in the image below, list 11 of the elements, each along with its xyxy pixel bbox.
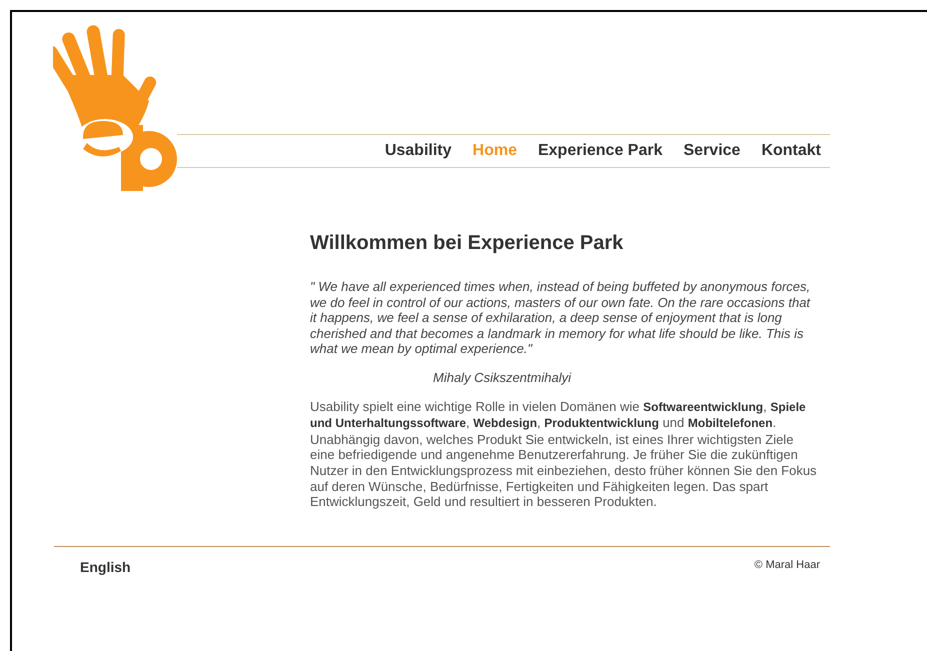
nav-link[interactable]: Experience Park — [538, 142, 662, 160]
nav-link[interactable]: Usability — [384, 142, 452, 160]
hand-logo-icon[interactable] — [53, 25, 178, 193]
nav-link[interactable]: Service — [684, 142, 740, 160]
language-link[interactable]: English — [80, 558, 131, 575]
body-paragraph: Usability spielt eine wichtige Rolle in vielen Domänen wie Softwareentwicklung, Spiele und Unterhaltungssoftware, Webdesign, Produktentwicklung und Mobiltelefonen. Unabhängig davon, welches Produkt Sie entwickeln, ist eines Ihrer wichtigsten Ziele eine befriedigende und angenehme Benutzererfahrung. Je früher Sie die zukünftigen Nutzer in den Entwicklungsprozess mit einbeziehen, desto früher können Sie den Fokus auf deren Wünsche, Bedürfnisse, Fertigkeiten und Fähigkeiten legen. Das spart Entwicklungszeit, Geld und resultiert in besseren Produkten. — [310, 398, 818, 510]
copyright-text: © Maral Haar — [754, 558, 820, 573]
page-heading: Willkommen bei Experience Park — [310, 232, 624, 255]
quote-author: Mihaly Csikszentmihalyi — [433, 370, 572, 386]
nav-link[interactable]: Kontakt — [761, 142, 821, 160]
quote-text: " We have all experienced times when, instead of being buffeted by anonymous forces, we do feel in control of our actions, masters of our own fate. On the rare occasions that it happens, we feel a sense of exhilaration, a deep sense of enjoyment that is long cherished and that becomes a landmark in memory for what life should be like. This is what we mean by optimal experience." — [310, 279, 812, 357]
